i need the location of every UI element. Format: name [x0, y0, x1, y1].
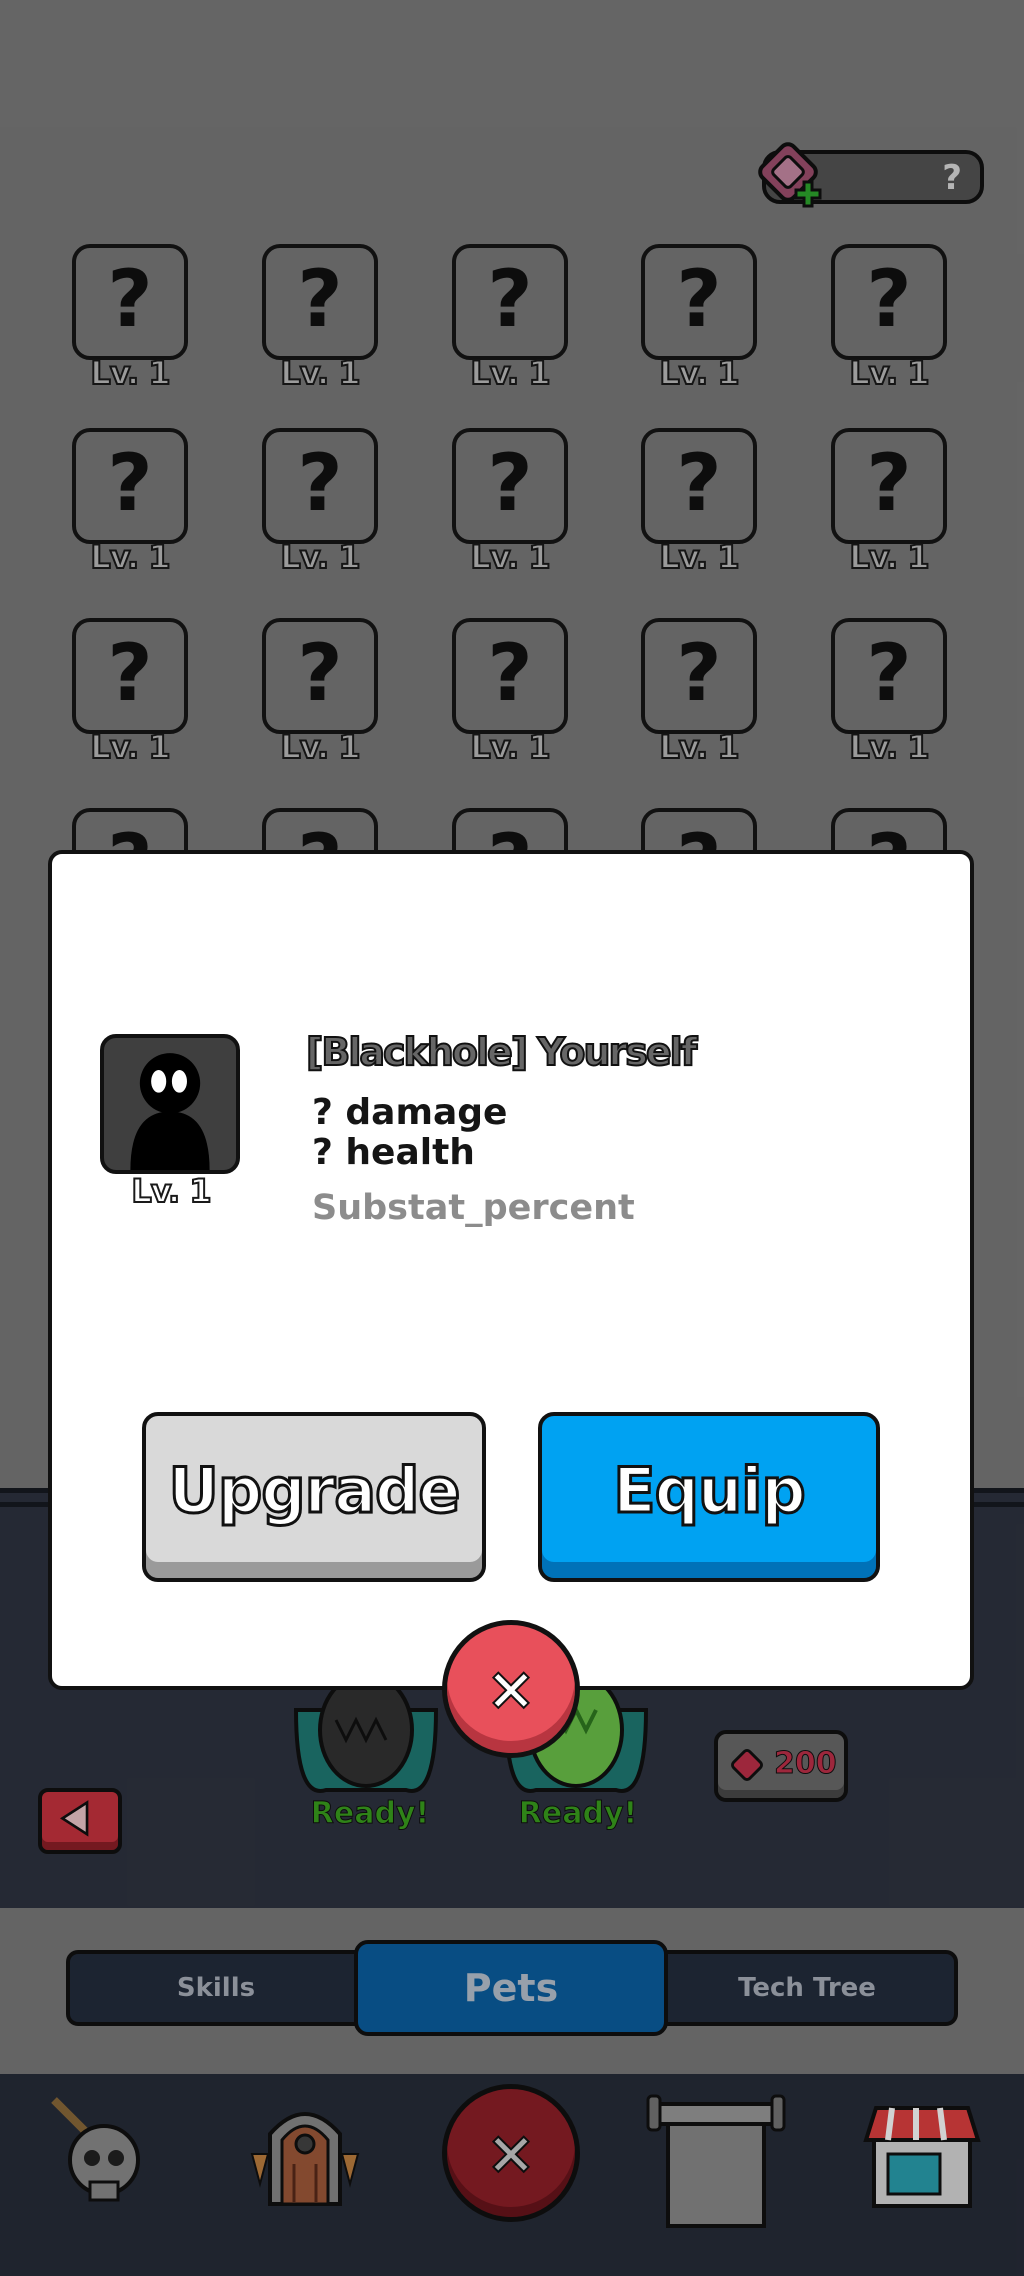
stat-health: ? health: [312, 1132, 475, 1173]
pet-portrait: [100, 1034, 240, 1174]
equip-button[interactable]: Equip: [538, 1412, 880, 1582]
modal-close-button[interactable]: ×: [442, 1620, 580, 1758]
upgrade-button[interactable]: Upgrade: [142, 1412, 486, 1582]
equip-label: Equip: [612, 1452, 808, 1528]
stat-damage: ? damage: [312, 1092, 508, 1133]
silhouette-pet-icon: [130, 1053, 210, 1170]
pet-title: [Blackhole] Yourself: [305, 1029, 698, 1075]
upgrade-label: Upgrade: [167, 1452, 462, 1528]
pet-level: Lv. 1: [130, 1171, 212, 1211]
substat-text: Substat_percent: [312, 1188, 635, 1228]
close-icon: ×: [485, 1653, 537, 1725]
